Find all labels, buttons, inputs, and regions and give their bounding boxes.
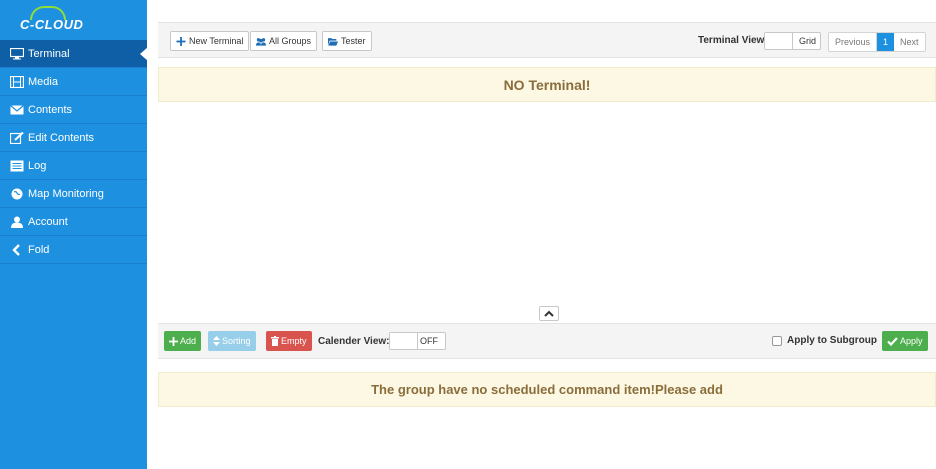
folder-open-icon	[328, 37, 338, 46]
user-icon	[10, 216, 24, 228]
sidebar-item-terminal[interactable]: Terminal	[0, 40, 148, 68]
sidebar-item-label: Media	[28, 75, 58, 88]
edit-icon	[10, 131, 24, 144]
sidebar-item-label: Account	[28, 215, 68, 228]
envelope-icon	[10, 104, 24, 116]
sidebar-item-log[interactable]: Log	[0, 152, 147, 180]
sidebar-item-map-monitoring[interactable]: Map Monitoring	[0, 180, 147, 208]
sidebar-item-label: Edit Contents	[28, 131, 95, 144]
sidebar-item-label: Contents	[28, 103, 73, 116]
calendar-view-toggle[interactable]: OFF	[389, 332, 446, 350]
pagination: Previous 1 Next	[828, 32, 926, 52]
pagination-next[interactable]: Next	[894, 33, 925, 51]
tester-button[interactable]: Tester	[322, 31, 372, 51]
terminal-view-value: Grid	[798, 36, 816, 46]
toggle-knob	[765, 33, 793, 49]
pagination-previous[interactable]: Previous	[829, 33, 878, 51]
sidebar: C-CLOUD Terminal Media Contents Edit Con…	[0, 0, 148, 469]
add-schedule-button[interactable]: Add	[164, 331, 202, 351]
terminal-view-toggle[interactable]: Grid	[764, 32, 821, 50]
calendar-view-label: Calender View:	[318, 336, 390, 347]
sort-icon	[213, 336, 220, 346]
sorting-label: Sorting	[222, 336, 251, 346]
all-groups-label: All Groups	[269, 36, 312, 46]
no-schedule-alert: The group have no scheduled command item…	[158, 372, 936, 407]
sidebar-item-label: Fold	[28, 243, 50, 256]
add-label: Add	[180, 336, 197, 346]
users-icon	[256, 37, 266, 46]
no-terminal-alert: NO Terminal!	[158, 67, 936, 102]
chevron-left-icon	[10, 243, 24, 256]
calendar-view-value: OFF	[420, 336, 438, 346]
trash-icon	[271, 336, 279, 346]
terminal-view-label: Terminal View:	[698, 35, 768, 46]
toggle-knob	[390, 333, 418, 349]
apply-button[interactable]: Apply	[882, 331, 928, 351]
chevron-up-icon	[544, 310, 554, 317]
new-terminal-label: New Terminal	[189, 36, 244, 46]
sidebar-item-label: Terminal	[28, 47, 70, 60]
apply-to-subgroup-option[interactable]: Apply to Subgroup	[772, 335, 877, 346]
empty-schedule-button[interactable]: Empty	[266, 331, 312, 351]
sidebar-item-fold[interactable]: Fold	[0, 236, 147, 264]
list-icon	[10, 160, 24, 172]
tester-label: Tester	[341, 36, 366, 46]
sidebar-item-contents[interactable]: Contents	[0, 96, 147, 124]
brand-name: C-CLOUD	[20, 16, 84, 32]
check-icon	[887, 336, 898, 346]
sidebar-nav: Terminal Media Contents Edit Contents Lo…	[0, 40, 148, 264]
globe-icon	[10, 188, 24, 200]
terminal-toolbar: New Terminal All Groups Tester Terminal …	[158, 22, 936, 58]
all-groups-button[interactable]: All Groups	[250, 31, 318, 51]
apply-to-subgroup-checkbox[interactable]	[772, 335, 782, 346]
schedule-toolbar: Add Sorting Empty Calender View: OFF App…	[158, 323, 936, 359]
sidebar-item-label: Log	[28, 159, 47, 172]
plus-icon	[176, 36, 186, 46]
sidebar-item-label: Map Monitoring	[28, 187, 104, 200]
pagination-page-current[interactable]: 1	[877, 33, 895, 51]
new-terminal-button[interactable]: New Terminal	[170, 31, 250, 51]
sidebar-item-edit-contents[interactable]: Edit Contents	[0, 124, 147, 152]
collapse-panel-button[interactable]	[539, 306, 559, 321]
empty-label: Empty	[281, 336, 307, 346]
plus-icon	[169, 336, 178, 346]
sidebar-item-account[interactable]: Account	[0, 208, 147, 236]
film-icon	[10, 75, 24, 88]
apply-label: Apply	[900, 336, 923, 346]
sorting-button[interactable]: Sorting	[208, 331, 256, 351]
brand-logo[interactable]: C-CLOUD	[0, 0, 147, 40]
monitor-icon	[10, 47, 24, 60]
sidebar-item-media[interactable]: Media	[0, 68, 147, 96]
apply-to-subgroup-label: Apply to Subgroup	[787, 335, 877, 346]
main-content: New Terminal All Groups Tester Terminal …	[158, 0, 936, 469]
